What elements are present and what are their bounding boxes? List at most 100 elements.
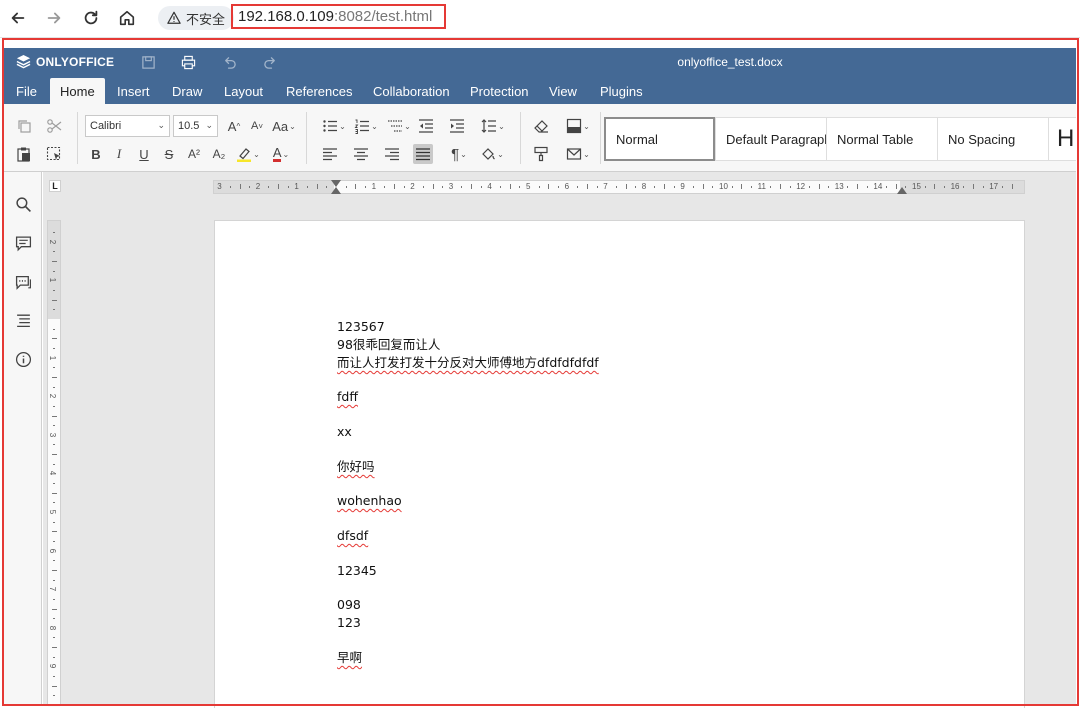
line-spacing-button[interactable]: ⌄	[479, 116, 507, 136]
address-bar[interactable]: 192.168.0.109:8082/test.html	[231, 4, 446, 29]
style-normal-table[interactable]: Normal Table	[826, 117, 938, 161]
document-page[interactable]: 123567 98很乖回复而让人而让人打发打发十分反对大师傅地方dfdfdfdfd…	[214, 220, 1025, 708]
tab-layout[interactable]: Layout	[214, 78, 273, 104]
decrease-font-button[interactable]: A ˅	[247, 116, 267, 136]
left-indent-marker[interactable]	[331, 187, 341, 194]
align-center-icon[interactable]	[351, 144, 371, 164]
forward-arrow-icon[interactable]	[40, 5, 68, 31]
tab-stop-selector[interactable]: L	[49, 180, 61, 192]
mail-merge-button[interactable]: ⌄	[563, 144, 593, 164]
document-line[interactable]: 098	[337, 597, 361, 613]
multilevel-list-button[interactable]: ⌄	[385, 116, 413, 136]
tab-plugins[interactable]: Plugins	[590, 78, 653, 104]
decrease-indent-icon[interactable]	[416, 116, 436, 136]
underline-button[interactable]: U	[134, 144, 154, 164]
ruler-tick	[557, 186, 559, 188]
style-heading[interactable]: H	[1048, 117, 1076, 161]
vertical-ruler[interactable]: 2 1 1 2 3 4 5 6 7 8 9	[47, 220, 61, 707]
ruler-tick	[52, 492, 57, 494]
ruler-number: 15	[912, 182, 921, 191]
document-line[interactable]: 12345	[337, 563, 377, 579]
document-line[interactable]: 你好吗	[337, 459, 375, 475]
copy-style-icon[interactable]	[531, 144, 551, 164]
bullet-list-button[interactable]: ⌄	[320, 116, 348, 136]
align-right-icon[interactable]	[382, 144, 402, 164]
horizontal-ruler[interactable]: 3 2 1 1 2 3 4 5 6 7 8 9 10 11 12 13 14 15 16 17	[213, 180, 1025, 194]
ruler-number: 13	[834, 182, 844, 191]
navigation-icon[interactable]	[13, 310, 33, 330]
document-canvas[interactable]: L 3 2 1 1 2 3 4 5 6 7 8 9 10 11 12 13 14 15 16 17 211234567…	[43, 172, 1076, 708]
security-indicator[interactable]: 不安全	[158, 6, 235, 30]
comments-icon[interactable]	[13, 233, 33, 253]
tab-home[interactable]: Home	[50, 78, 105, 104]
document-line[interactable]: wohenhao	[337, 493, 402, 509]
font-color-button[interactable]: A ⌄	[267, 144, 295, 164]
document-line[interactable]: 早啊	[337, 650, 362, 666]
cut-icon[interactable]	[44, 116, 64, 136]
document-line[interactable]: 而让人打发打发十分反对大师傅地方dfdfdfdfdf	[337, 355, 599, 371]
strikethrough-button[interactable]: S	[159, 144, 179, 164]
ruler-number: 9	[48, 664, 58, 669]
color-scheme-button[interactable]: ⌄	[563, 116, 593, 136]
style-default-paragraph[interactable]: Default Paragraph	[715, 117, 827, 161]
style-normal[interactable]: Normal	[604, 117, 715, 161]
change-case-button[interactable]: Aa ⌄	[270, 116, 298, 136]
document-line[interactable]: 123	[337, 615, 361, 631]
superscript-button[interactable]: A²	[184, 144, 204, 164]
paragraph-shading-button[interactable]: ⌄	[477, 144, 507, 164]
toolbar-separator	[520, 112, 521, 164]
bold-button[interactable]: B	[86, 144, 106, 164]
font-size-select[interactable]: 10.5 ⌄	[173, 115, 218, 137]
ruler-tick	[268, 186, 270, 188]
tab-draw[interactable]: Draw	[162, 78, 212, 104]
reload-icon[interactable]	[77, 5, 105, 31]
ruler-tick	[53, 386, 55, 388]
highlight-color-button[interactable]: ⌄	[234, 144, 262, 164]
tab-references[interactable]: References	[276, 78, 362, 104]
paint-bucket-icon	[482, 148, 495, 160]
copy-icon[interactable]	[14, 116, 34, 136]
ruler-tick	[53, 444, 55, 446]
nonprinting-characters-button[interactable]: ¶ ⌄	[445, 144, 473, 164]
chat-icon[interactable]	[13, 272, 33, 292]
ruler-tick	[384, 186, 386, 188]
tab-collaboration[interactable]: Collaboration	[363, 78, 460, 104]
ruler-tick	[664, 184, 666, 189]
tab-protection[interactable]: Protection	[460, 78, 539, 104]
style-no-spacing[interactable]: No Spacing	[937, 117, 1049, 161]
right-indent-marker[interactable]	[897, 187, 907, 194]
document-line[interactable]: fdff	[337, 389, 358, 405]
ruler-tick	[393, 184, 395, 189]
back-arrow-icon[interactable]	[4, 5, 32, 31]
increase-indent-icon[interactable]	[447, 116, 467, 136]
subscript-button[interactable]: A₂	[209, 144, 229, 164]
first-line-indent-marker[interactable]	[331, 180, 341, 187]
align-left-icon[interactable]	[320, 144, 340, 164]
search-icon[interactable]	[13, 194, 33, 214]
tab-file[interactable]: File	[6, 78, 47, 104]
tab-insert[interactable]: Insert	[107, 78, 160, 104]
italic-button[interactable]: I	[109, 144, 129, 164]
numbered-list-button[interactable]: ⌄	[352, 116, 380, 136]
tab-view[interactable]: View	[539, 78, 587, 104]
ruler-tick	[461, 186, 463, 188]
font-name-select[interactable]: Calibri ⌄	[85, 115, 170, 137]
document-line[interactable]: 123567	[337, 319, 385, 335]
paste-icon[interactable]	[14, 144, 34, 164]
select-all-icon[interactable]	[44, 144, 64, 164]
document-line[interactable]: xx	[337, 424, 352, 440]
ruler-tick	[500, 186, 502, 188]
document-line[interactable]: 98很乖回复而让人	[337, 337, 440, 353]
ruler-tick	[53, 695, 55, 697]
increase-font-button[interactable]: A ^	[224, 116, 244, 136]
document-line[interactable]: dfsdf	[337, 528, 368, 544]
justify-icon[interactable]	[413, 144, 433, 164]
home-icon[interactable]	[113, 5, 141, 31]
ruler-tick	[770, 186, 772, 188]
ruler-tick	[982, 186, 984, 188]
browser-toolbar: 不安全 192.168.0.109:8082/test.html	[0, 0, 1080, 38]
info-icon[interactable]	[13, 349, 33, 369]
left-sidebar	[4, 172, 42, 706]
clear-style-icon[interactable]	[531, 116, 551, 136]
bullet-list-icon	[323, 120, 338, 132]
